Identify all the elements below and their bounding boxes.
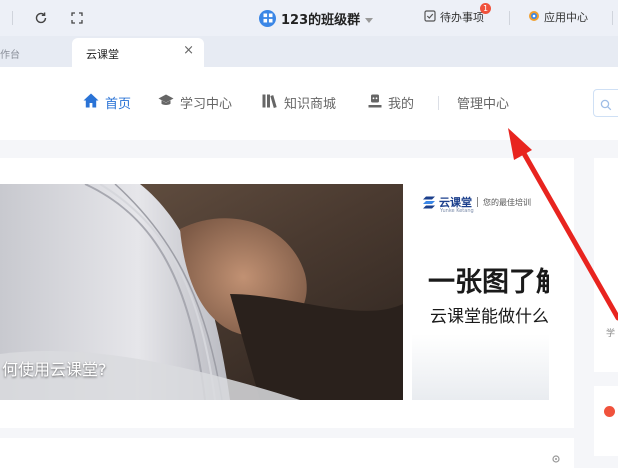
promo-banner[interactable]: 云课堂 您的最佳培训 Yunke Ketang 一张图了解 云课堂能做什么 [412,184,549,400]
divider [509,11,510,25]
nav-learning-center[interactable]: 学习中心 [158,93,232,112]
nav-mine[interactable]: 我的 [368,93,414,112]
chevron-down-icon [365,9,374,28]
side-card [594,158,618,372]
home-icon [83,93,99,112]
tab-workbench[interactable]: 作台 [0,46,20,61]
tab-cloud-classroom[interactable]: 云课堂 × [72,38,204,67]
window-titlebar: 123的班级群 待办事项 1 应用中心 [0,0,618,36]
group-icon [259,9,276,27]
side-card-text: 学 [606,329,616,339]
app-center-label: 应用中心 [544,11,588,24]
side-card-lower [594,386,618,456]
nav-home-label: 首页 [105,97,132,112]
nav-learning-center-label: 学习中心 [180,97,233,112]
group-name: 123的班级群 [281,12,361,28]
nav-management-center-label: 管理中心 [457,97,510,112]
divider [438,96,439,110]
ad-subline: 云课堂能做什么 [430,307,549,327]
nav-knowledge-mall-label: 知识商城 [284,97,337,112]
divider [12,11,13,25]
nav-home[interactable]: 首页 [83,93,131,112]
group-selector[interactable]: 123的班级群 [259,8,374,28]
ad-headline: 一张图了解 [428,267,549,298]
gear-icon[interactable] [551,449,561,463]
todo-button[interactable]: 待办事项 1 [424,3,491,25]
todo-label: 待办事项 [440,11,484,24]
status-dot [604,406,615,417]
close-icon[interactable]: × [183,43,194,58]
app-center-button[interactable]: 应用中心 [528,9,588,25]
graduation-cap-icon [158,94,174,111]
user-icon [368,94,382,112]
notification-badge: 1 [480,3,491,14]
checklist-icon [424,9,436,25]
divider [477,197,478,207]
banner-caption: 何使用云课堂? [2,360,107,379]
tab-bar: 作台 云课堂 × [0,36,618,67]
nav-knowledge-mall[interactable]: 知识商城 [262,93,336,112]
search-icon [600,96,612,115]
books-icon [262,94,278,112]
logo-icon [423,196,435,208]
cloud-classroom-logo: 云课堂 您的最佳培训 [422,194,531,210]
refresh-icon[interactable] [32,9,50,27]
ad-logo-subtitle: Yunke Ketang [440,208,474,214]
divider [612,11,613,25]
ad-background [412,334,549,400]
main-nav: 首页 学习中心 知识商城 我的 管理中心 [0,67,618,140]
ad-slogan: 您的最佳培训 [483,197,531,207]
nav-management-center[interactable]: 管理中心 [457,93,509,112]
app-center-icon [528,10,540,25]
search-input[interactable] [593,89,618,117]
fullscreen-icon[interactable] [68,9,86,27]
tab-title: 云课堂 [86,48,119,61]
content-card [0,438,574,468]
nav-mine-label: 我的 [388,97,415,112]
